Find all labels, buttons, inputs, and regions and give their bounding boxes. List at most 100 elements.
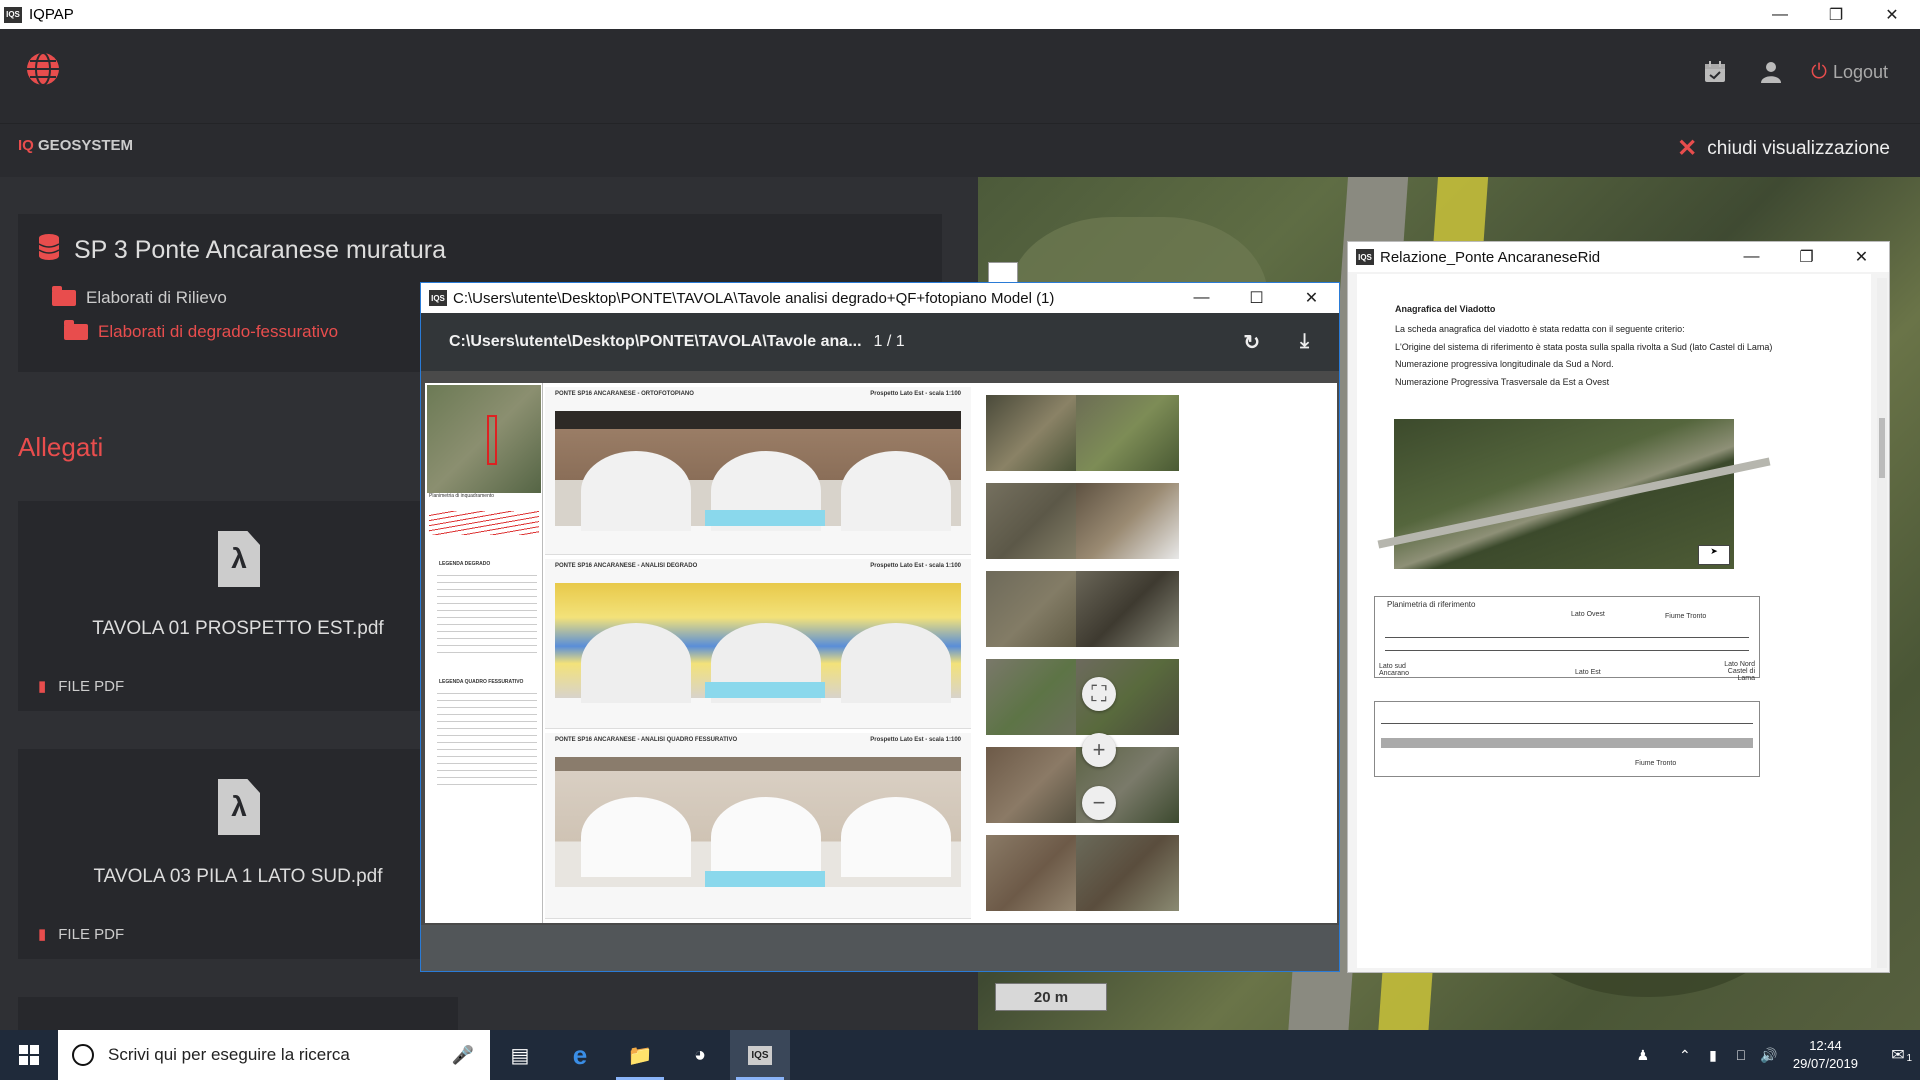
brand-prefix: IQ: [18, 137, 34, 154]
river-water: [705, 682, 825, 698]
river-water: [705, 510, 825, 526]
pdf-viewer-window: IQS C:\Users\utente\Desktop\PONTE\TAVOLA…: [420, 282, 1340, 972]
folder-elaborati-degrado[interactable]: Elaborati di degrado-fessurativo: [64, 320, 338, 342]
clock-date: 29/07/2019: [1792, 1056, 1858, 1071]
aerial-photo: ➤: [1377, 419, 1771, 569]
file-pdf-icon: ▮: [38, 926, 47, 943]
close-view-button[interactable]: ✕ chiudi visualizzazione: [1677, 134, 1890, 163]
legend-fessurativo-label: LEGENDA QUADRO FESSURATIVO: [439, 679, 524, 685]
location-map-thumb: [427, 385, 541, 493]
minimize-icon[interactable]: —: [1724, 242, 1779, 272]
app-header: ⏻ Logout: [0, 29, 1920, 123]
river-water: [705, 871, 825, 887]
strip-degrado: PONTE SP16 ANCARANESE - ANALISI DEGRADO …: [545, 559, 971, 729]
clock[interactable]: 12:44 29/07/2019: [1793, 1037, 1858, 1073]
pdf-toolbar: C:\Users\utente\Desktop\PONTE\TAVOLA\Tav…: [421, 313, 1339, 371]
inspection-photo: [986, 659, 1089, 735]
minimize-icon[interactable]: —: [1752, 0, 1808, 29]
close-icon[interactable]: ✕: [1834, 242, 1889, 272]
volume-icon[interactable]: 🔊: [1755, 1047, 1783, 1064]
pdf-viewer-bottom: [421, 925, 1339, 971]
windows-icon: [19, 1045, 39, 1065]
folder-elaborati-rilievo[interactable]: Elaborati di Rilievo: [52, 286, 227, 308]
arch: [841, 623, 951, 703]
file-card[interactable]: [18, 997, 458, 1030]
relazione-window-title: Relazione_Ponte AncaraneseRid: [1380, 248, 1601, 266]
header-actions: ⏻ Logout: [1687, 29, 1920, 115]
bridge-fessurativo-map: [555, 757, 961, 887]
close-icon[interactable]: ✕: [1284, 283, 1339, 313]
relazione-page: Anagrafica del Viadotto La scheda anagra…: [1357, 274, 1871, 968]
iqs-app-icon[interactable]: IQS: [730, 1030, 790, 1080]
sub-bar: IQ GEOSYSTEM ✕ chiudi visualizzazione: [0, 123, 1920, 177]
task-view-icon[interactable]: ▤: [490, 1030, 550, 1080]
pdf-file-icon: λ: [218, 779, 260, 835]
close-icon[interactable]: ✕: [1864, 0, 1920, 29]
edge-icon[interactable]: e: [550, 1030, 610, 1080]
chevron-up-icon[interactable]: ⌃: [1671, 1047, 1699, 1064]
divider: [542, 383, 543, 923]
relazione-line: Numerazione Progressiva Trasversale da E…: [1395, 377, 1610, 387]
file-card[interactable]: λ TAVOLA 03 PILA 1 LATO SUD.pdf ▮ FILE P…: [18, 749, 458, 959]
planimetria-label: Planimetria di inquadramento: [429, 493, 495, 499]
globe-icon[interactable]: [25, 51, 61, 87]
legend-degrado-list: [437, 569, 537, 659]
arch: [581, 797, 691, 877]
restore-icon[interactable]: ❐: [1808, 0, 1864, 29]
pdf-toolbar-actions: ↻ ⤓: [1243, 330, 1309, 355]
zoom-in-icon[interactable]: +: [1082, 733, 1116, 767]
calendar-check-icon[interactable]: [1687, 50, 1743, 94]
logout-label: Logout: [1832, 61, 1888, 82]
pdf-window-title: C:\Users\utente\Desktop\PONTE\TAVOLA\Tav…: [453, 289, 1055, 307]
arch: [841, 451, 951, 531]
zoom-out-icon[interactable]: −: [1082, 786, 1116, 820]
arch: [841, 797, 951, 877]
browser-icon[interactable]: ◕: [670, 1030, 730, 1080]
fit-page-icon[interactable]: ⛶: [1082, 677, 1116, 711]
close-view-label: chiudi visualizzazione: [1707, 137, 1890, 159]
logout-button[interactable]: ⏻ Logout: [1811, 61, 1888, 84]
strip-subtitle: Prospetto Lato Est - scala 1:100: [870, 737, 961, 743]
microphone-icon[interactable]: 🎤: [452, 1045, 474, 1066]
iqs-badge: IQS: [748, 1045, 772, 1065]
relazione-heading: Anagrafica del Viadotto: [1395, 304, 1496, 314]
close-x-icon: ✕: [1677, 135, 1698, 162]
section-label-fiume: Fiume Tronto: [1635, 760, 1677, 767]
taskbar-search[interactable]: Scrivi qui per eseguire la ricerca 🎤: [58, 1030, 490, 1080]
arch: [581, 451, 691, 531]
user-icon[interactable]: [1743, 50, 1799, 94]
scrollbar-thumb[interactable]: [1879, 418, 1885, 478]
inspection-photo: [986, 395, 1089, 471]
inspection-photo: [1076, 483, 1179, 559]
cortana-icon: [72, 1044, 94, 1066]
project-title: SP 3 Ponte Ancaranese muratura: [38, 234, 446, 267]
notifications-icon[interactable]: ✉ 1: [1876, 1045, 1920, 1065]
relazione-scrollbar[interactable]: [1877, 278, 1887, 968]
download-icon[interactable]: ⤓: [1300, 330, 1309, 355]
start-button[interactable]: [0, 1030, 58, 1080]
inspection-photo: [1076, 571, 1179, 647]
strip-ortofotopiano: PONTE SP16 ANCARANESE - ORTOFOTOPIANO Pr…: [545, 387, 971, 555]
app-icon: IQS: [4, 6, 22, 23]
arch: [711, 797, 821, 877]
file-name: TAVOLA 01 PROSPETTO EST.pdf: [92, 618, 384, 639]
strip-title: PONTE SP16 ANCARANESE - ANALISI DEGRADO: [555, 563, 698, 569]
people-icon[interactable]: ♟: [1629, 1047, 1657, 1064]
network-icon[interactable]: ⎕: [1727, 1047, 1755, 1064]
relazione-title-bar: IQS Relazione_Ponte AncaraneseRid — ❐ ✕: [1348, 242, 1889, 272]
project-title-text: SP 3 Ponte Ancaranese muratura: [74, 236, 446, 264]
attachments-heading: Allegati: [18, 432, 104, 462]
map-scale: 20 m: [995, 983, 1107, 1011]
strip-subtitle: Prospetto Lato Est - scala 1:100: [870, 391, 961, 397]
file-explorer-icon[interactable]: 📁: [610, 1030, 670, 1080]
strip-title: PONTE SP16 ANCARANESE - ANALISI QUADRO F…: [555, 737, 738, 743]
plan-label-ovest: Lato Ovest: [1571, 611, 1605, 618]
battery-icon[interactable]: ▮: [1699, 1047, 1727, 1064]
restore-icon[interactable]: ❐: [1779, 242, 1834, 272]
minimize-icon[interactable]: —: [1174, 283, 1229, 313]
inspection-photo: [1076, 835, 1179, 911]
rotate-icon[interactable]: ↻: [1243, 330, 1260, 355]
page-indicator: 1 / 1: [873, 333, 905, 350]
file-card[interactable]: λ TAVOLA 01 PROSPETTO EST.pdf ▮ FILE PDF: [18, 501, 458, 711]
maximize-icon[interactable]: ☐: [1229, 283, 1284, 313]
